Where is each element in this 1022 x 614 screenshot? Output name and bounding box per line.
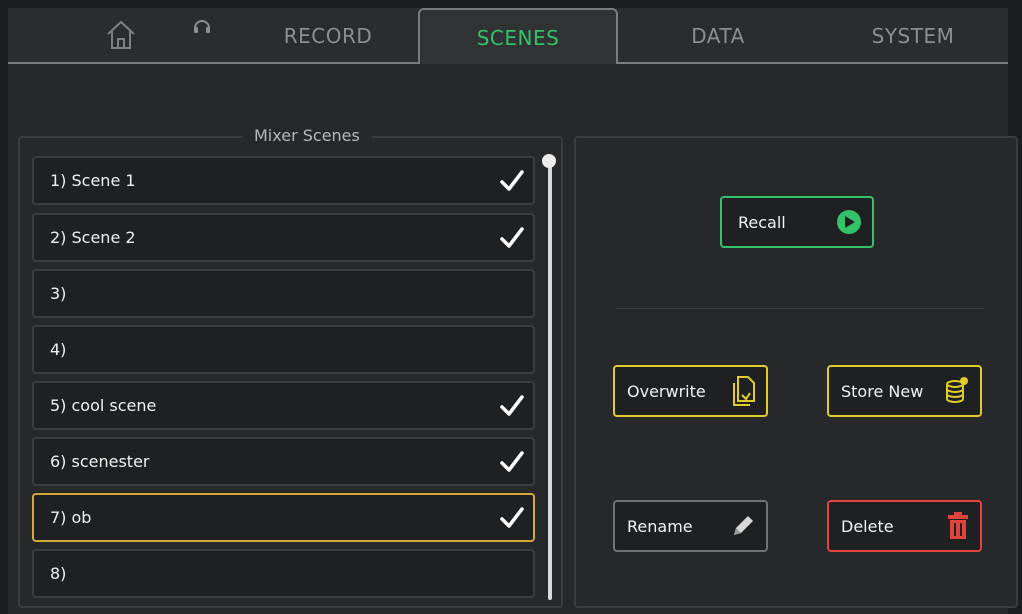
overwrite-label: Overwrite <box>627 381 706 401</box>
scene-row[interactable]: 8) <box>32 549 535 598</box>
scene-row[interactable]: 5) cool scene <box>32 381 535 430</box>
scene-label: 1) Scene 1 <box>50 171 136 190</box>
scene-label: 4) <box>50 340 67 359</box>
trash-icon <box>948 512 968 539</box>
scene-actions-panel: Recall Overwrite Store New Rename Delete <box>574 136 1018 608</box>
pencil-icon <box>734 516 753 535</box>
tab-record[interactable]: RECORD <box>238 8 418 64</box>
tab-data[interactable]: DATA <box>618 8 818 64</box>
scene-label: 2) Scene 2 <box>50 228 136 247</box>
scene-label: 3) <box>50 284 67 303</box>
home-icon[interactable] <box>104 18 138 52</box>
scene-row[interactable]: 2) Scene 2 <box>32 213 535 262</box>
recall-button[interactable]: Recall <box>720 196 874 248</box>
headphones-icon[interactable] <box>192 16 212 36</box>
scene-label: 8) <box>50 564 67 583</box>
delete-button[interactable]: Delete <box>827 500 982 552</box>
scrollbar-track[interactable] <box>548 160 552 600</box>
check-icon <box>500 507 524 528</box>
check-icon <box>500 395 524 416</box>
store-new-label: Store New <box>841 381 924 401</box>
top-tab-bar: RECORD SCENES DATA SYSTEM <box>8 8 1008 66</box>
mixer-scenes-panel: Mixer Scenes 1) Scene 1 2) Scene 2 3) 4)… <box>18 126 563 608</box>
scene-row-selected[interactable]: 7) ob <box>32 493 535 542</box>
tab-system[interactable]: SYSTEM <box>818 8 1008 64</box>
check-icon <box>500 170 524 191</box>
play-icon <box>837 210 861 234</box>
scene-label: 7) ob <box>50 508 92 527</box>
overwrite-document-icon <box>733 376 755 406</box>
scene-row[interactable]: 3) <box>32 269 535 318</box>
scene-row[interactable]: 1) Scene 1 <box>32 156 535 205</box>
rename-label: Rename <box>627 516 693 536</box>
delete-label: Delete <box>841 516 894 536</box>
store-new-button[interactable]: Store New <box>827 365 982 417</box>
rename-button[interactable]: Rename <box>613 500 768 552</box>
check-icon <box>500 227 524 248</box>
tab-scenes[interactable]: SCENES <box>418 8 618 66</box>
scene-label: 6) scenester <box>50 452 150 471</box>
check-icon <box>500 451 524 472</box>
scene-label: 5) cool scene <box>50 396 157 415</box>
recall-label: Recall <box>738 212 786 232</box>
overwrite-button[interactable]: Overwrite <box>613 365 768 417</box>
scene-row[interactable]: 4) <box>32 325 535 374</box>
database-add-icon <box>946 377 968 403</box>
panel-title: Mixer Scenes <box>242 126 372 145</box>
scrollbar-thumb[interactable] <box>542 154 556 168</box>
divider <box>616 308 984 309</box>
scene-row[interactable]: 6) scenester <box>32 437 535 486</box>
